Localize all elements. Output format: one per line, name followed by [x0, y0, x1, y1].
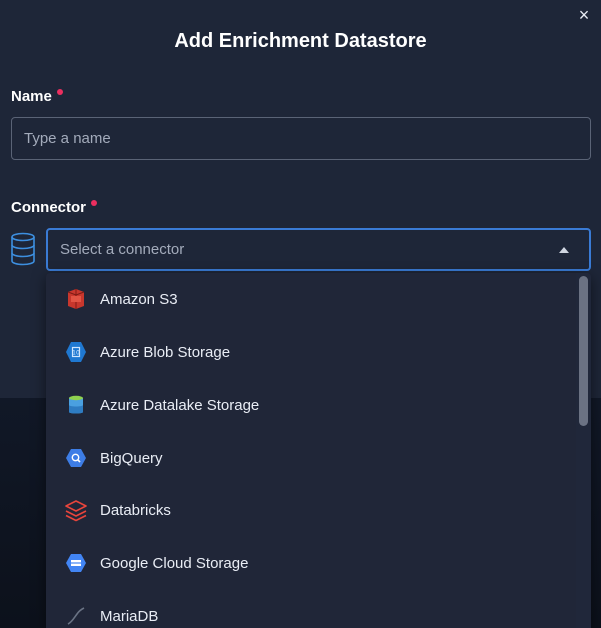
connector-option-amazon-s3[interactable]: Amazon S3: [46, 279, 576, 319]
name-label: Name: [11, 88, 63, 105]
bigquery-icon: [66, 449, 86, 467]
connector-option-azure-blob-storage[interactable]: 10 Azure Blob Storage: [46, 332, 576, 372]
connector-option-label: Azure Datalake Storage: [100, 396, 260, 414]
modal-title: Add Enrichment Datastore: [174, 30, 427, 52]
connector-option-databricks[interactable]: Databricks: [46, 490, 576, 530]
google-cloud-storage-icon: [66, 554, 86, 572]
connector-option-label: Google Cloud Storage: [100, 554, 249, 572]
connector-label-text: Connector: [11, 199, 86, 216]
connector-option-label: Amazon S3: [100, 290, 178, 308]
svg-text:10: 10: [72, 350, 80, 357]
connector-option-azure-datalake-storage[interactable]: Azure Datalake Storage: [46, 385, 576, 425]
chevron-up-icon[interactable]: [559, 246, 569, 253]
required-indicator: [56, 89, 63, 95]
name-input[interactable]: [11, 117, 591, 160]
azure-datalake-storage-icon: [69, 395, 83, 414]
required-indicator: [91, 200, 97, 206]
connector-dropdown: Amazon S3 10 Azure Blob Storage Azure Da…: [46, 273, 591, 628]
connector-label: Connector: [11, 199, 97, 216]
mariadb-icon: [67, 607, 85, 625]
close-button[interactable]: ×: [575, 6, 593, 24]
scrollbar-thumb[interactable]: [579, 276, 588, 426]
connector-option-label: BigQuery: [100, 449, 163, 467]
database-icon: [11, 232, 35, 266]
connector-select[interactable]: Select a connector: [46, 228, 591, 271]
connector-option-bigquery[interactable]: BigQuery: [46, 438, 576, 478]
amazon-s3-icon: [67, 289, 85, 309]
azure-blob-storage-icon: 10: [66, 342, 86, 362]
databricks-icon: [65, 500, 87, 522]
connector-select-placeholder: Select a connector: [60, 241, 185, 258]
connector-option-label: Azure Blob Storage: [100, 343, 231, 361]
connector-option-label: MariaDB: [100, 607, 159, 625]
connector-option-mariadb[interactable]: MariaDB: [46, 596, 576, 628]
connector-option-google-cloud-storage[interactable]: Google Cloud Storage: [46, 543, 576, 583]
name-label-text: Name: [11, 88, 52, 105]
dropdown-scrollbar[interactable]: [576, 273, 591, 628]
connector-option-label: Databricks: [100, 501, 171, 519]
